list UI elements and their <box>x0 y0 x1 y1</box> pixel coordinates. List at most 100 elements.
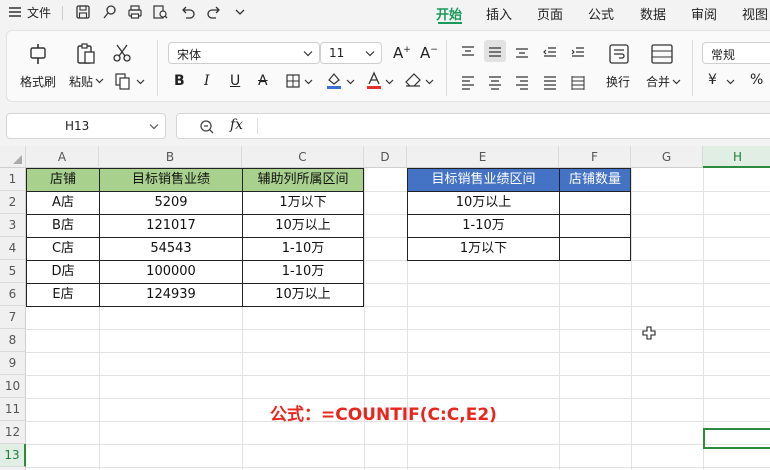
tab-home[interactable]: 开始 <box>436 4 462 23</box>
menu-icon[interactable] <box>8 6 22 18</box>
cell-f1[interactable]: 店铺数量 <box>559 168 631 192</box>
formula-bar[interactable]: fx <box>176 113 770 139</box>
row-header-4[interactable]: 4 <box>0 237 26 260</box>
row-header-8[interactable]: 8 <box>0 329 26 352</box>
align-bottom-icon[interactable] <box>514 44 530 60</box>
cell-c1[interactable]: 辅助列所属区间 <box>242 168 364 192</box>
align-right-icon[interactable] <box>514 74 530 90</box>
tab-review[interactable]: 审阅 <box>691 4 717 23</box>
format-painter-icon[interactable] <box>27 42 51 66</box>
cell-f2[interactable] <box>559 191 631 215</box>
spreadsheet-grid[interactable]: A B C D E F G H 1 2 3 4 5 6 7 8 9 10 11 … <box>0 146 770 470</box>
row-header-7[interactable]: 7 <box>0 306 26 329</box>
cell-f3[interactable] <box>559 214 631 238</box>
row-header-9[interactable]: 9 <box>0 352 26 375</box>
column-header-a[interactable]: A <box>26 146 99 168</box>
currency-button[interactable]: ¥ <box>708 72 717 88</box>
tab-view[interactable]: 视图 <box>742 4 768 23</box>
cell-a1[interactable]: 店铺 <box>26 168 100 192</box>
column-header-g[interactable]: G <box>631 146 703 168</box>
bold-button[interactable]: B <box>174 73 185 89</box>
justify-icon[interactable] <box>542 74 558 90</box>
cell-a2[interactable]: A店 <box>26 191 100 215</box>
increase-indent-icon[interactable] <box>570 44 586 60</box>
cell-e2[interactable]: 10万以上 <box>407 191 560 215</box>
paste-button[interactable]: 粘贴 <box>69 73 93 90</box>
decrease-indent-icon[interactable] <box>542 44 558 60</box>
cell-c3[interactable]: 10万以上 <box>242 214 364 238</box>
cell-a4[interactable]: C店 <box>26 237 100 261</box>
copy-icon[interactable] <box>114 72 132 90</box>
row-header-5[interactable]: 5 <box>0 260 26 283</box>
number-format-select[interactable]: 常规 <box>702 42 770 64</box>
wrap-text-button[interactable]: 换行 <box>606 73 630 90</box>
align-left-icon[interactable] <box>460 74 476 90</box>
cell-c5[interactable]: 1-10万 <box>242 260 364 284</box>
cell-e3[interactable]: 1-10万 <box>407 214 560 238</box>
chevron-down-icon[interactable] <box>672 78 681 85</box>
save-icon[interactable] <box>75 4 91 20</box>
cell-c4[interactable]: 1-10万 <box>242 237 364 261</box>
column-header-b[interactable]: B <box>99 146 242 168</box>
cell-b6[interactable]: 124939 <box>99 283 243 307</box>
chevron-down-icon[interactable] <box>234 7 246 17</box>
merge-button[interactable]: 合并 <box>646 73 670 90</box>
preview-icon[interactable] <box>152 4 168 20</box>
align-center-icon[interactable] <box>487 74 503 90</box>
column-header-c[interactable]: C <box>242 146 364 168</box>
chevron-down-icon[interactable] <box>136 78 145 85</box>
cell-f4[interactable] <box>559 237 631 261</box>
row-header-12[interactable]: 12 <box>0 421 26 444</box>
tab-insert[interactable]: 插入 <box>486 4 512 23</box>
cell-b5[interactable]: 100000 <box>99 260 243 284</box>
print-icon[interactable] <box>127 4 143 20</box>
row-header-1[interactable]: 1 <box>0 168 26 191</box>
chevron-down-icon[interactable] <box>425 78 434 85</box>
italic-button[interactable]: I <box>204 73 210 89</box>
cut-icon[interactable] <box>112 43 132 63</box>
decrease-font-button[interactable]: A− <box>420 44 438 62</box>
merge-cells-icon[interactable] <box>650 42 674 66</box>
row-header-3[interactable]: 3 <box>0 214 26 237</box>
tab-data[interactable]: 数据 <box>640 4 666 23</box>
chevron-down-icon[interactable] <box>385 78 394 85</box>
cell-a5[interactable]: D店 <box>26 260 100 284</box>
file-menu[interactable]: 文件 <box>27 4 51 21</box>
align-top-icon[interactable] <box>460 44 476 60</box>
column-header-d[interactable]: D <box>364 146 407 168</box>
paste-icon[interactable] <box>74 42 98 66</box>
row-header-6[interactable]: 6 <box>0 283 26 306</box>
cell-e4[interactable]: 1万以下 <box>407 237 560 261</box>
format-painter-button[interactable]: 格式刷 <box>20 73 56 90</box>
chevron-down-icon[interactable] <box>95 77 104 84</box>
name-box[interactable]: H13 <box>6 113 166 139</box>
row-header-2[interactable]: 2 <box>0 191 26 214</box>
cell-c2[interactable]: 1万以下 <box>242 191 364 215</box>
underline-button[interactable]: U <box>230 73 240 89</box>
zoom-icon[interactable] <box>199 119 215 135</box>
row-header-11[interactable]: 11 <box>0 398 26 421</box>
align-middle-icon[interactable] <box>487 44 503 60</box>
active-cell-h13[interactable] <box>703 428 770 449</box>
strikethrough-button[interactable]: A <box>258 73 268 89</box>
chevron-down-icon[interactable] <box>726 78 735 85</box>
font-name-select[interactable]: 宋体 <box>168 42 320 64</box>
redo-icon[interactable] <box>206 4 222 20</box>
export-icon[interactable] <box>102 4 118 20</box>
font-color-icon[interactable] <box>366 71 382 89</box>
chevron-down-icon[interactable] <box>365 50 375 57</box>
cell-b1[interactable]: 目标销售业绩 <box>99 168 243 192</box>
chevron-down-icon[interactable] <box>346 78 355 85</box>
percent-button[interactable]: % <box>750 72 763 88</box>
distributed-icon[interactable] <box>570 74 586 90</box>
row-header-13[interactable]: 13 <box>0 444 26 467</box>
chevron-down-icon[interactable] <box>304 78 313 85</box>
cell-b2[interactable]: 5209 <box>99 191 243 215</box>
cell-c6[interactable]: 10万以上 <box>242 283 364 307</box>
undo-icon[interactable] <box>180 4 196 20</box>
fx-label[interactable]: fx <box>230 117 243 133</box>
cell-e1[interactable]: 目标销售业绩区间 <box>407 168 560 192</box>
increase-font-button[interactable]: A+ <box>393 44 411 62</box>
fill-color-icon[interactable] <box>325 71 343 89</box>
column-header-e[interactable]: E <box>407 146 559 168</box>
